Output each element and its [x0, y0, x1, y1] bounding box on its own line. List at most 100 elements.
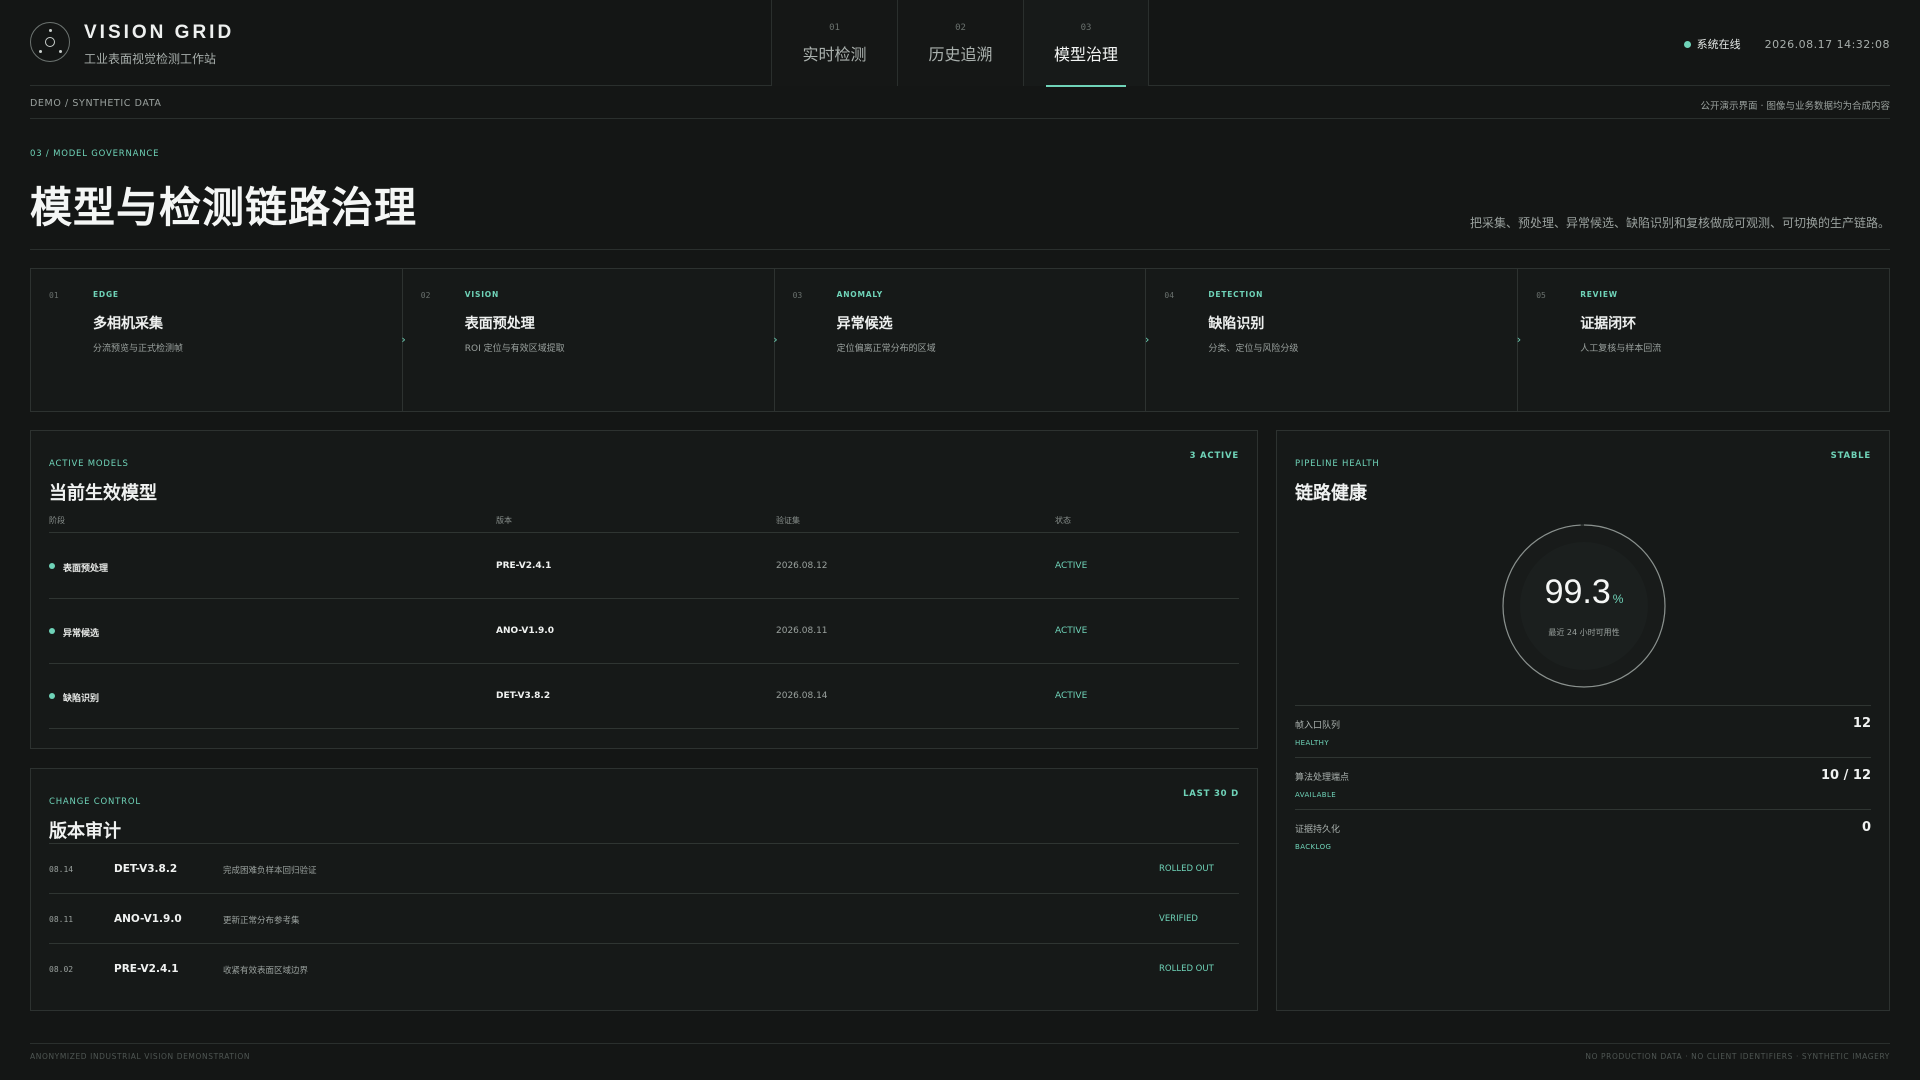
- audit-status: ROLLED OUT: [1159, 864, 1214, 874]
- footer-right: NO PRODUCTION DATA · NO CLIENT IDENTIFIE…: [1585, 1052, 1890, 1061]
- health-metric-row: 算法处理端点 AVAILABLE 10 / 12: [1295, 757, 1871, 809]
- stage-number: 01: [49, 291, 59, 300]
- model-status: ACTIVE: [1055, 626, 1088, 636]
- availability-gauge: 99.3% 最近 24 小时可用性: [1501, 523, 1667, 689]
- chevron-right-icon: ›: [773, 333, 778, 346]
- model-dataset: 2026.08.11: [776, 626, 828, 636]
- audit-note: 收紧有效表面区域边界: [223, 966, 309, 976]
- model-version: PRE-V2.4.1: [496, 561, 552, 571]
- page-description: 把采集、预处理、异常候选、缺陷识别和复核做成可观测、可切换的生产链路。: [1469, 216, 1890, 230]
- panel-tag: CHANGE CONTROL: [49, 797, 141, 807]
- stage-card-capture[interactable]: 01 EDGE 多相机采集 分流预览与正式检测帧 ›: [31, 269, 406, 411]
- stage-number: 03: [792, 291, 803, 300]
- audit-row[interactable]: 08.14 DET-V3.8.2 完成困难负样本回归验证 ROLLED OUT: [49, 843, 1239, 893]
- tab-number: 02: [955, 23, 966, 33]
- audit-note: 更新正常分布参考集: [223, 916, 300, 926]
- main-tabs: 01 实时检测 02 历史追溯 03 模型治理: [771, 0, 1149, 87]
- chevron-right-icon: ›: [1516, 333, 1522, 346]
- table-row[interactable]: 表面预处理 PRE-V2.4.1 2026.08.12 ACTIVE: [49, 534, 1239, 599]
- model-version: ANO-V1.9.0: [496, 626, 554, 636]
- stage-name: 多相机采集: [93, 316, 163, 332]
- panel-title: 链路健康: [1295, 483, 1367, 504]
- model-stage: 异常候选: [63, 629, 100, 639]
- change-control-panel: CHANGE CONTROL LAST 30 D 版本审计 08.14 DET-…: [30, 768, 1258, 1011]
- model-version: DET-V3.8.2: [496, 691, 551, 701]
- audit-version: ANO-V1.9.0: [114, 913, 182, 925]
- tab-label: 实时检测: [802, 45, 867, 64]
- audit-status: ROLLED OUT: [1159, 964, 1214, 974]
- panel-title: 当前生效模型: [49, 483, 157, 504]
- availability-number: 99.3: [1544, 573, 1611, 611]
- stage-description: 定位偏离正常分布的区域: [836, 344, 936, 354]
- tab-history[interactable]: 02 历史追溯: [897, 0, 1023, 86]
- stage-number: 04: [1164, 291, 1175, 300]
- table-row[interactable]: 异常候选 ANO-V1.9.0 2026.08.11 ACTIVE: [49, 599, 1239, 664]
- stage-card-preprocess[interactable]: 02 VISION 表面预处理 ROI 定位与有效区域提取 ›: [403, 269, 778, 411]
- data-mode-label: DEMO / SYNTHETIC DATA: [30, 98, 162, 109]
- stage-description: 人工复核与样本回流: [1580, 344, 1662, 354]
- footer: ANONYMIZED INDUSTRIAL VISION DEMONSTRATI…: [30, 1043, 1890, 1080]
- availability-value: 99.3%: [1501, 573, 1667, 612]
- divider: [30, 249, 1890, 250]
- section-eyebrow: 03 / MODEL GOVERNANCE: [30, 149, 160, 159]
- brand-subtitle: 工业表面视觉检测工作站: [84, 52, 217, 66]
- audit-date: 08.14: [49, 865, 74, 874]
- active-models-panel: ACTIVE MODELS 3 ACTIVE 当前生效模型 阶段 版本 验证集 …: [30, 430, 1258, 749]
- audit-row[interactable]: 08.02 PRE-V2.4.1 收紧有效表面区域边界 ROLLED OUT: [49, 943, 1239, 993]
- model-stage: 缺陷识别: [63, 694, 100, 704]
- metric-value: 12: [1852, 716, 1871, 731]
- stage-tag: VISION: [464, 290, 500, 299]
- stage-card-review[interactable]: 05 REVIEW 证据闭环 人工复核与样本回流: [1518, 269, 1889, 411]
- model-status: ACTIVE: [1055, 691, 1088, 701]
- tab-label: 模型治理: [1053, 45, 1118, 64]
- column-header-status: 状态: [1055, 516, 1071, 525]
- stage-card-detection[interactable]: 04 DETECTION 缺陷识别 分类、定位与风险分级 ›: [1146, 269, 1522, 411]
- table-header: 阶段 版本 验证集 状态: [49, 515, 1239, 533]
- tab-number: 01: [829, 23, 840, 33]
- tab-realtime[interactable]: 01 实时检测: [771, 0, 897, 86]
- stage-description: 分类、定位与风险分级: [1208, 344, 1299, 354]
- stage-number: 05: [1536, 291, 1546, 300]
- stage-description: 分流预览与正式检测帧: [93, 344, 184, 354]
- stage-description: ROI 定位与有效区域提取: [464, 344, 565, 354]
- stage-name: 缺陷识别: [1208, 316, 1265, 332]
- model-dataset: 2026.08.12: [776, 561, 828, 571]
- footer-left: ANONYMIZED INDUSTRIAL VISION DEMONSTRATI…: [30, 1052, 251, 1061]
- model-dataset: 2026.08.14: [776, 691, 828, 701]
- chevron-right-icon: ›: [401, 333, 406, 346]
- availability-unit: %: [1612, 592, 1624, 606]
- stage-card-anomaly[interactable]: 03 ANOMALY 异常候选 定位偏离正常分布的区域 ›: [775, 269, 1149, 411]
- pipeline-stages: 01 EDGE 多相机采集 分流预览与正式检测帧 › 02 VISION 表面预…: [30, 268, 1890, 412]
- disclaimer-label: 公开演示界面 · 图像与业务数据均为合成内容: [1700, 101, 1890, 112]
- stage-tag: DETECTION: [1208, 290, 1264, 299]
- table-row[interactable]: 缺陷识别 DET-V3.8.2 2026.08.14 ACTIVE: [49, 664, 1239, 729]
- status-indicator-icon: [1683, 40, 1691, 48]
- metric-state: AVAILABLE: [1295, 791, 1337, 799]
- stage-name: 表面预处理: [464, 316, 535, 332]
- audit-note: 完成困难负样本回归验证: [223, 866, 317, 876]
- column-header-dataset: 验证集: [776, 516, 800, 525]
- metric-state: HEALTHY: [1295, 739, 1330, 747]
- page-title: 模型与检测链路治理: [30, 183, 418, 232]
- stage-tag: REVIEW: [1580, 290, 1618, 299]
- health-metric-row: 帧入口队列 HEALTHY 12: [1295, 705, 1871, 757]
- active-count-badge: 3 ACTIVE: [1189, 451, 1239, 461]
- tab-label: 历史追溯: [928, 45, 993, 64]
- system-status: 系统在线 2026.08.17 14:32:08: [1683, 36, 1890, 52]
- tab-model-governance[interactable]: 03 模型治理: [1023, 0, 1149, 87]
- availability-caption: 最近 24 小时可用性: [1548, 628, 1620, 637]
- tab-number: 03: [1080, 23, 1092, 33]
- column-header-version: 版本: [496, 516, 512, 525]
- top-bar: VISION GRID 工业表面视觉检测工作站 01 实时检测 02 历史追溯 …: [30, 0, 1890, 87]
- audit-version: DET-V3.8.2: [114, 863, 178, 875]
- stage-tag: ANOMALY: [836, 290, 883, 299]
- audit-row[interactable]: 08.11 ANO-V1.9.0 更新正常分布参考集 VERIFIED: [49, 893, 1239, 943]
- model-stage: 表面预处理: [63, 564, 109, 574]
- metric-value: 0: [1861, 820, 1871, 835]
- clock: 2026.08.17 14:32:08: [1764, 37, 1890, 51]
- audit-date: 08.11: [49, 915, 74, 924]
- column-header-stage: 阶段: [49, 516, 65, 525]
- stage-name: 证据闭环: [1580, 316, 1637, 332]
- stage-name: 异常候选: [836, 316, 893, 332]
- metric-value: 10 / 12: [1821, 768, 1871, 783]
